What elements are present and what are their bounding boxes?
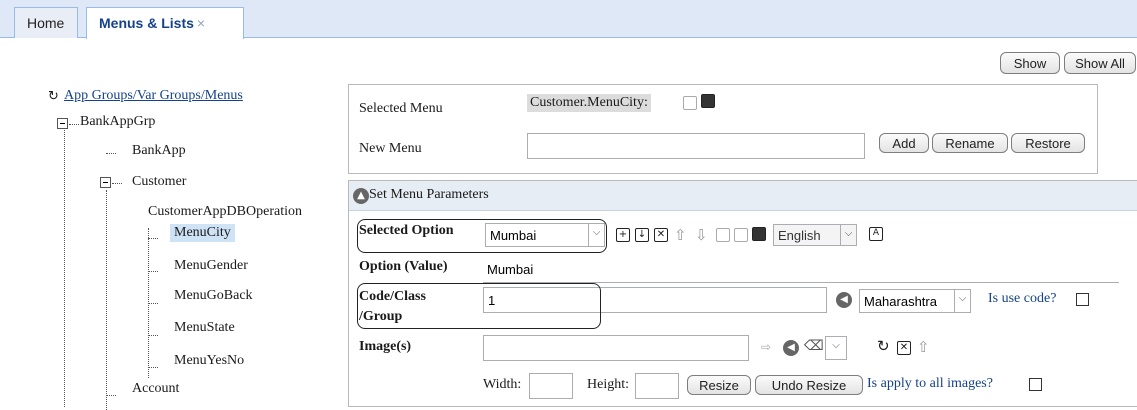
copy-all-icon[interactable] (734, 228, 748, 242)
images-label: Image(s) (359, 339, 412, 354)
clear-icon[interactable]: ⌫ (804, 338, 824, 354)
paste-icon[interactable] (752, 227, 766, 241)
image-select[interactable]: ⌵ (825, 336, 847, 360)
parameters-panel: ▲ Set Menu Parameters Selected Option Mu… (348, 180, 1137, 407)
tree-guide-line (106, 190, 107, 410)
undo-resize-button[interactable]: Undo Resize (755, 375, 863, 395)
show-button[interactable]: Show (1000, 52, 1060, 74)
images-input[interactable] (483, 335, 749, 361)
option-value-label: Option (Value) (359, 259, 448, 274)
state-value: Maharashtra (864, 294, 937, 309)
collapse-icon[interactable] (57, 118, 68, 129)
tree-node-customer-db-operation[interactable]: CustomerAppDBOperation (148, 204, 302, 220)
move-up-icon[interactable]: ⇧ (917, 338, 930, 356)
tree-node-bankappgrp[interactable]: BankAppGrp (80, 114, 155, 130)
upload-icon[interactable]: ⇨ (761, 340, 771, 354)
collapse-up-icon[interactable]: ▲ (353, 188, 369, 204)
tab-menus-lists-label: Menus & Lists (99, 15, 194, 31)
insert-option-icon[interactable]: ↓ (635, 228, 649, 242)
menu-tree: ↻ App Groups/Var Groups/Menus BankAppGrp… (0, 80, 340, 410)
copy-icon[interactable] (716, 228, 730, 242)
chevron-down-icon: ⌵ (954, 290, 970, 312)
chevron-down-icon: ⌵ (832, 340, 840, 351)
is-use-code-checkbox[interactable] (1076, 293, 1089, 306)
paste-icon[interactable] (701, 94, 715, 108)
tree-node-menustate[interactable]: MenuState (174, 320, 235, 336)
apply-all-checkbox[interactable] (1029, 378, 1042, 391)
add-button[interactable]: Add (879, 133, 929, 153)
tree-node-menugoback[interactable]: MenuGoBack (174, 288, 253, 304)
collapse-icon[interactable] (100, 177, 111, 188)
translate-icon[interactable]: A (869, 227, 883, 241)
tab-bar: Home Menus & Lists × (0, 0, 1137, 39)
delete-option-icon[interactable]: ✕ (654, 228, 668, 242)
menu-panel: Selected Menu Customer.MenuCity: New Men… (348, 84, 1098, 174)
tab-menus-lists[interactable]: Menus & Lists × (86, 7, 244, 39)
width-label: Width: (483, 377, 522, 392)
chevron-down-icon: ⌵ (840, 225, 856, 245)
back-icon[interactable]: ◀ (783, 340, 799, 356)
is-use-code-label: Is use code? (988, 291, 1057, 306)
tree-node-menugender[interactable]: MenuGender (174, 258, 248, 274)
state-select[interactable]: Maharashtra ⌵ (859, 289, 971, 313)
selected-menu-value: Customer.MenuCity: (527, 94, 651, 112)
show-all-button[interactable]: Show All (1064, 52, 1136, 74)
back-icon[interactable]: ◀ (836, 292, 852, 308)
resize-button[interactable]: Resize (687, 375, 751, 395)
highlight-box (357, 283, 601, 329)
option-value-input[interactable]: Mumbai (483, 257, 1119, 283)
add-option-icon[interactable]: + (616, 228, 630, 242)
parameters-header[interactable]: ▲ Set Menu Parameters (349, 181, 1137, 211)
tree-node-menucity[interactable]: MenuCity (170, 224, 235, 242)
rename-button[interactable]: Rename (932, 133, 1008, 153)
height-label: Height: (587, 377, 629, 392)
new-menu-input[interactable] (527, 133, 865, 159)
tab-home[interactable]: Home (14, 7, 78, 38)
refresh-icon[interactable]: ↻ (877, 337, 890, 355)
tab-home-label: Home (27, 15, 65, 31)
tree-node-customer[interactable]: Customer (132, 174, 186, 190)
tree-node-bankapp[interactable]: BankApp (132, 143, 186, 159)
width-input[interactable] (529, 373, 573, 399)
new-menu-label: New Menu (359, 141, 422, 156)
delete-image-icon[interactable]: ✕ (897, 341, 911, 355)
language-select[interactable]: English ⌵ (773, 224, 857, 246)
selected-menu-label: Selected Menu (359, 101, 443, 116)
parameters-header-label: Set Menu Parameters (369, 187, 489, 202)
close-icon[interactable]: × (197, 15, 205, 31)
move-down-icon[interactable]: ⇩ (695, 226, 708, 244)
highlight-box (357, 219, 607, 253)
tree-root-link[interactable]: App Groups/Var Groups/Menus (64, 88, 243, 104)
tree-node-menuyesno[interactable]: MenuYesNo (174, 353, 244, 369)
language-value: English (778, 228, 821, 243)
refresh-icon[interactable]: ↻ (48, 89, 59, 104)
restore-button[interactable]: Restore (1011, 133, 1085, 153)
apply-all-label: Is apply to all images? (867, 376, 993, 391)
height-input[interactable] (635, 373, 679, 399)
tree-node-account[interactable]: Account (132, 381, 179, 397)
tree-guide-line (64, 125, 65, 407)
copy-icon[interactable] (683, 96, 697, 110)
move-up-icon[interactable]: ⇧ (674, 226, 687, 244)
